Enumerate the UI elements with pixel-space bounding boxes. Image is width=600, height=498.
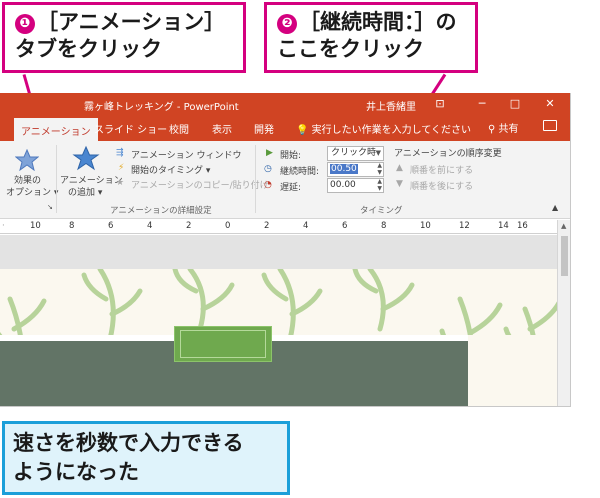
callout-2-text-1: ［継続時間：］の bbox=[299, 10, 457, 34]
tab-slide-show[interactable]: スライド ショー bbox=[94, 121, 167, 136]
collapse-ribbon-icon[interactable]: ▲ bbox=[552, 203, 558, 212]
ruler-number: 0 bbox=[225, 221, 231, 231]
trigger-button[interactable]: 開始のタイミング ▾ bbox=[131, 163, 210, 176]
comments-icon[interactable] bbox=[543, 120, 557, 131]
powerpoint-window: 霧ヶ峰トレッキング - PowerPoint 井上香緒里 ⊡ ─ □ ✕ アニメ… bbox=[0, 93, 571, 407]
start-label: 開始: bbox=[280, 151, 302, 161]
ruler-number: 10 bbox=[30, 221, 41, 231]
ribbon-display-options-icon[interactable]: ⊡ bbox=[432, 96, 448, 112]
duration-value: 00.50 bbox=[330, 164, 358, 174]
ruler-number: 2 bbox=[186, 221, 192, 231]
ruler-number: 6 bbox=[342, 221, 348, 231]
close-icon[interactable]: ✕ bbox=[542, 96, 558, 112]
reorder-title: アニメーションの順序変更 bbox=[394, 149, 502, 159]
tell-me-box[interactable]: 💡 実行したい作業を入力してください bbox=[296, 121, 471, 136]
effect-options-label-2[interactable]: オプション ▾ bbox=[6, 185, 58, 198]
slide-editing-area bbox=[0, 235, 557, 406]
tab-review[interactable]: 校閲 bbox=[169, 121, 189, 136]
scroll-up-icon[interactable]: ▲ bbox=[561, 222, 566, 230]
chevron-down-icon: ▼ bbox=[375, 149, 381, 157]
tab-animations[interactable]: アニメーション bbox=[14, 118, 98, 141]
vertical-scrollbar[interactable]: ▲ bbox=[557, 220, 570, 406]
spinner-arrows-icon[interactable]: ▲ ▼ bbox=[377, 178, 382, 192]
advanced-animation-group-label: アニメーションの詳細設定 bbox=[110, 206, 212, 216]
tab-developer[interactable]: 開発 bbox=[254, 121, 274, 136]
ruler-tick: · bbox=[2, 221, 5, 231]
delay-field[interactable]: 00.00 ▲ ▼ bbox=[327, 178, 384, 193]
step-1-number: ❶ bbox=[15, 14, 35, 34]
ruler-number: 16 bbox=[517, 221, 528, 231]
ruler-number: 8 bbox=[69, 221, 75, 231]
ruler-number: 4 bbox=[303, 221, 309, 231]
result-line-2: ようになった bbox=[13, 460, 139, 484]
ruler-number: 6 bbox=[108, 221, 114, 231]
callout-step-2: ❷ ［継続時間：］の ここをクリック bbox=[264, 2, 478, 73]
animation-pane-button[interactable]: アニメーション ウィンドウ bbox=[131, 148, 242, 161]
delay-value: 00.00 bbox=[330, 180, 356, 190]
dialog-launcher-icon[interactable]: ↘ bbox=[47, 203, 53, 211]
callout-1-line-1: ❶ ［アニメーション］ bbox=[15, 9, 237, 36]
tab-view[interactable]: 表示 bbox=[212, 121, 232, 136]
delay-label: 遅延: bbox=[280, 183, 302, 193]
horizontal-ruler: · 10 8 6 4 2 0 2 4 6 8 10 12 14 16 bbox=[0, 220, 557, 234]
effect-options-icon bbox=[15, 149, 39, 171]
spinner-arrows-icon[interactable]: ▲ ▼ bbox=[377, 162, 382, 176]
ruler-number: 14 bbox=[498, 221, 509, 231]
title-bar: 霧ヶ峰トレッキング - PowerPoint 井上香緒里 ⊡ ─ □ ✕ bbox=[0, 93, 570, 115]
share-label: 共有 bbox=[498, 124, 519, 135]
start-value: クリック時 bbox=[331, 148, 377, 158]
minimize-icon[interactable]: ─ bbox=[474, 96, 490, 112]
slide[interactable] bbox=[0, 269, 557, 406]
person-icon: ⚲ bbox=[488, 124, 496, 135]
callout-step-1: ❶ ［アニメーション］ タブをクリック bbox=[2, 2, 246, 73]
ruler-number: 12 bbox=[459, 221, 470, 231]
start-icon: ▶ bbox=[266, 148, 273, 158]
user-name[interactable]: 井上香緒里 bbox=[366, 98, 416, 113]
separator bbox=[56, 145, 57, 213]
animation-painter-icon: ★ bbox=[116, 178, 125, 188]
tell-me-text: 実行したい作業を入力してください bbox=[311, 125, 472, 136]
timing-group-label: タイミング bbox=[360, 206, 403, 216]
callout-1-text-1: ［アニメーション］ bbox=[37, 10, 226, 34]
slide-pattern-edge bbox=[468, 335, 557, 406]
add-animation-label-2[interactable]: の追加 ▾ bbox=[68, 185, 102, 198]
result-line-1: 速さを秒数で入力できる bbox=[13, 431, 244, 455]
scrollbar-thumb[interactable] bbox=[561, 236, 568, 276]
lightbulb-icon: 💡 bbox=[296, 125, 309, 136]
move-earlier-button[interactable]: 順番を前にする bbox=[410, 163, 473, 176]
share-button[interactable]: ⚲ 共有 bbox=[488, 120, 519, 135]
callout-1-line-2: タブをクリック bbox=[15, 37, 162, 61]
maximize-icon[interactable]: □ bbox=[507, 96, 523, 112]
shape-inner-border bbox=[180, 330, 266, 358]
duration-label: 継続時間: bbox=[280, 167, 320, 177]
ruler-number: 8 bbox=[381, 221, 387, 231]
move-earlier-icon: ▲ bbox=[396, 163, 403, 173]
step-2-number: ❷ bbox=[277, 14, 297, 34]
start-dropdown[interactable]: クリック時 ▼ bbox=[327, 146, 384, 161]
animated-shape[interactable] bbox=[174, 326, 272, 362]
move-later-icon: ▼ bbox=[396, 179, 403, 189]
move-later-button[interactable]: 順番を後にする bbox=[410, 179, 473, 192]
ruler-number: 4 bbox=[147, 221, 153, 231]
ribbon-tabs: アニメーション スライド ショー 校閲 表示 開発 💡 実行したい作業を入力して… bbox=[0, 115, 570, 141]
callout-2-line-2: ここをクリック bbox=[277, 37, 424, 61]
add-animation-icon bbox=[72, 145, 100, 171]
separator bbox=[255, 145, 256, 213]
animation-pane-icon: ⇶ bbox=[116, 148, 124, 158]
window-title: 霧ヶ峰トレッキング - PowerPoint bbox=[84, 102, 239, 113]
result-caption: 速さを秒数で入力できる ようになった bbox=[2, 421, 290, 495]
delay-icon: ◔ bbox=[264, 180, 272, 190]
duration-field[interactable]: 00.50 ▲ ▼ bbox=[327, 162, 384, 177]
trigger-icon: ⚡ bbox=[118, 163, 125, 173]
clock-icon: ◷ bbox=[264, 164, 272, 174]
ribbon: 効果の オプション ▾ ↘ アニメーション の追加 ▾ ⇶ アニメーション ウィ… bbox=[0, 141, 570, 219]
animation-painter-button[interactable]: アニメーションのコピー/貼り付け bbox=[131, 178, 269, 191]
ruler-number: 2 bbox=[264, 221, 270, 231]
ruler-number: 10 bbox=[420, 221, 431, 231]
callout-2-line-1: ❷ ［継続時間：］の bbox=[277, 9, 469, 36]
